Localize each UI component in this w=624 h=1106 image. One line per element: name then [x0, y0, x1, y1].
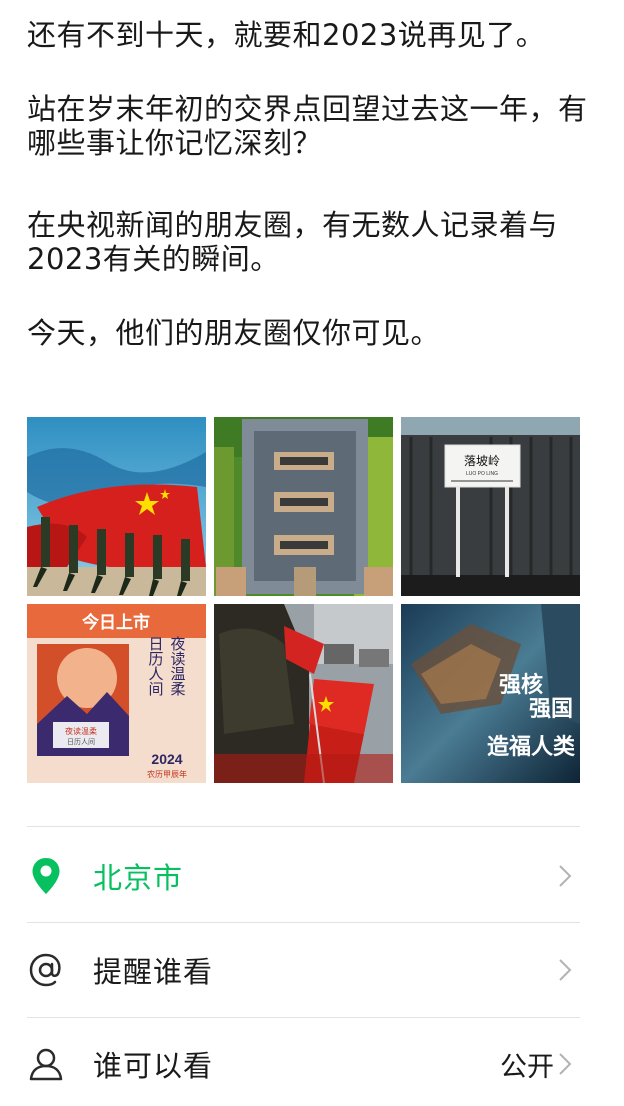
post-paragraph: 在央视新闻的朋友圈，有无数人记录着与2023有关的瞬间。 [27, 208, 559, 276]
location-label: 北京市 [93, 861, 184, 895]
person-icon [27, 1045, 65, 1083]
post-paragraph: 还有不到十天，就要和2023说再见了。 [27, 18, 546, 52]
flags-street-image[interactable] [214, 604, 393, 783]
visibility-label: 谁可以看 [93, 1049, 214, 1083]
station-sign-text: 落坡岭 [464, 454, 500, 468]
calendar-vertical-text-2: 日历人间 [147, 636, 164, 697]
aerial-courtyard-image[interactable] [214, 417, 393, 596]
mention-label: 提醒谁看 [93, 955, 214, 989]
station-sign-subtext: LUO PO LING [466, 471, 498, 477]
chevron-right-icon [559, 959, 572, 981]
at-sign-icon [27, 951, 65, 989]
poster-title-3: 造福人类 [487, 734, 576, 760]
location-pin-icon [27, 857, 65, 895]
calendar-footnote-text: 农历甲辰年 [147, 769, 187, 779]
visibility-value: 公开 [500, 1051, 554, 1083]
divider [27, 826, 580, 827]
post-paragraph: 今天，他们的朋友圈仅你可见。 [27, 316, 441, 350]
image-grid: 落坡岭 LUO PO LING 今日上市 夜读温柔 日历人间 夜读温柔 日历人间… [27, 417, 580, 783]
scifi-poster-image[interactable]: 强核 强国 造福人类 [401, 604, 580, 783]
calendar-year-text: 2024 [151, 751, 182, 767]
location-row[interactable]: 北京市 [27, 846, 580, 906]
post-text: 还有不到十天，就要和2023说再见了。 站在岁末年初的交界点回望过去这一年，有哪… [27, 18, 597, 350]
honor-guard-flag-image[interactable] [27, 417, 206, 596]
divider [27, 922, 580, 923]
calendar-box-text: 夜读温柔 [65, 726, 97, 736]
calendar-banner-text: 今日上市 [82, 612, 150, 632]
poster-title-2: 强国 [529, 696, 573, 722]
mention-row[interactable]: 提醒谁看 [27, 940, 580, 1000]
visibility-row[interactable]: 谁可以看 公开 [27, 1034, 580, 1094]
post-paragraph: 站在岁末年初的交界点回望过去这一年，有哪些事让你记忆深刻？ [27, 92, 588, 160]
train-station-image[interactable]: 落坡岭 LUO PO LING [401, 417, 580, 596]
poster-title-1: 强核 [499, 672, 543, 698]
calendar-ad-image[interactable]: 今日上市 夜读温柔 日历人间 夜读温柔 日历人间 2024 农历甲辰年 [27, 604, 206, 783]
divider [27, 1017, 580, 1018]
chevron-right-icon [559, 865, 572, 887]
chevron-right-icon [559, 1053, 572, 1075]
calendar-box-subtext: 日历人间 [67, 738, 95, 746]
calendar-vertical-text-1: 夜读温柔 [169, 636, 186, 696]
